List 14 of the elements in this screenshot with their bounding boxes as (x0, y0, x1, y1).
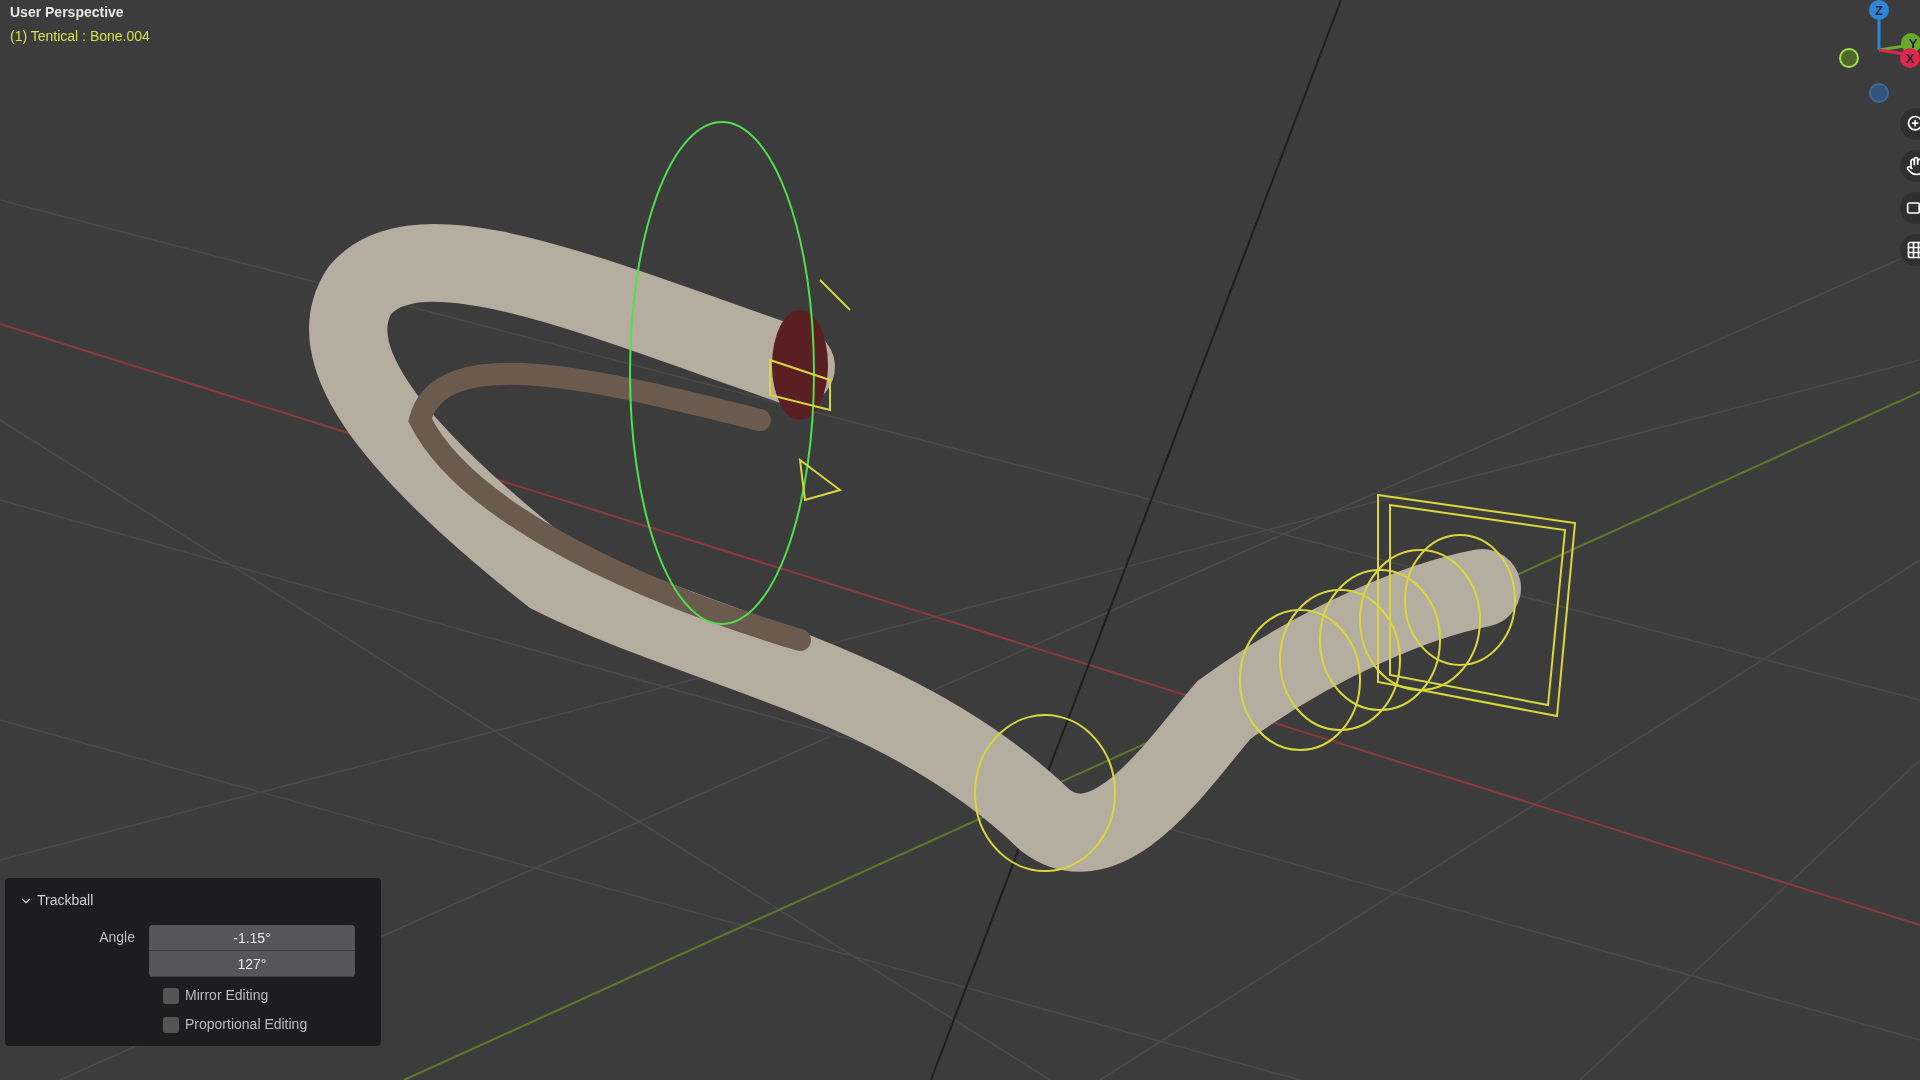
view-name: User Perspective (10, 3, 125, 22)
negative-y-handle[interactable] (1839, 48, 1859, 68)
option-label: Proportional Editing (185, 1015, 308, 1034)
option-label: Mirror Editing (185, 986, 269, 1005)
x-axis-handle[interactable]: X (1878, 48, 1920, 68)
panel-header[interactable]: Trackball (19, 890, 367, 911)
negative-z-handle[interactable] (1869, 83, 1889, 103)
angle-field[interactable]: 127° (149, 951, 355, 977)
active-bone-label: (1) Tentical : Bone.004 (10, 27, 150, 46)
angle-label: Angle (98, 928, 136, 947)
checkbox[interactable] (163, 987, 179, 1004)
angle-field[interactable]: -1.15° (149, 925, 355, 951)
z-axis-handle[interactable]: Z (1869, 0, 1889, 50)
checkbox[interactable] (163, 1016, 179, 1033)
